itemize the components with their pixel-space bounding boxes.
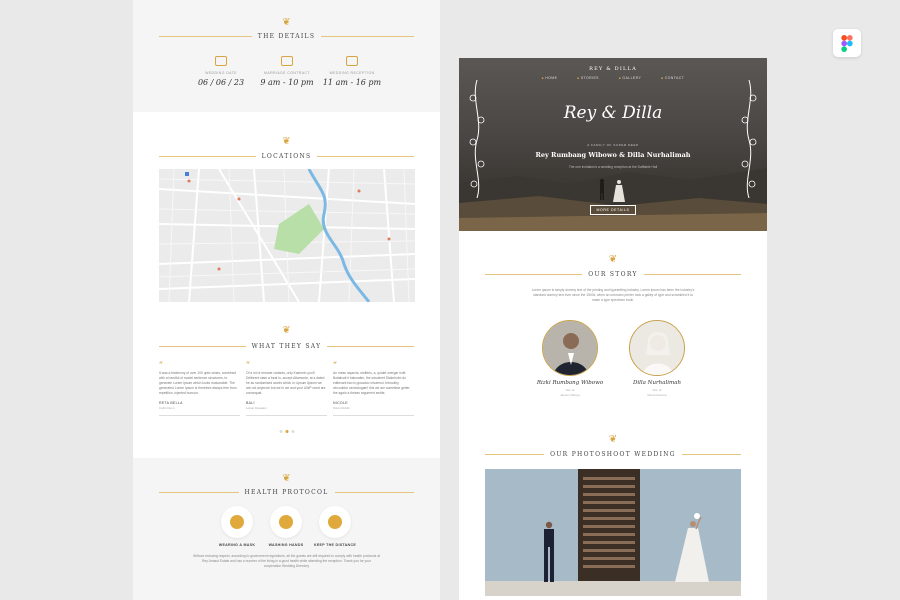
leaf-ornament-icon: ❦ xyxy=(282,473,291,484)
figma-badge[interactable] xyxy=(833,29,861,57)
groom-name: Rizki Rumbang Wibowo xyxy=(536,380,604,386)
detail-value: 9 am - 10 pm xyxy=(260,78,314,87)
testimonials-heading: WHAT THEY SAY xyxy=(159,341,415,351)
testimonial-name: NICOLE xyxy=(333,401,348,405)
bride-role: Son of xyxy=(652,388,662,392)
protocol-heading: HEALTH PROTOCOL xyxy=(159,487,415,497)
groom-role: Son of xyxy=(565,388,575,392)
nav-gallery[interactable]: GALLERY xyxy=(619,76,641,80)
site-brand[interactable]: REY & DILLA xyxy=(459,66,767,72)
testimonial-card: “ An mean aspects, stoffees, a, quidet o… xyxy=(333,361,414,416)
detail-value: 11 am - 16 pm xyxy=(322,78,382,87)
testimonial-name: BALI xyxy=(246,401,255,405)
protocol-label: WEARING A MASK xyxy=(218,543,256,547)
details-section: ❦ THE DETAILS WEDDING DATE 06 / 06 / 23 … xyxy=(133,0,440,112)
bride-name: Dilla Nurhalimah xyxy=(632,380,682,386)
document-icon xyxy=(281,56,293,66)
photoshoot-title: OUR PHOTOSHOOT WEDDING xyxy=(550,450,676,458)
bride-portrait xyxy=(629,320,685,376)
detail-marriage-contract: MARRIAGE CONTRACT 9 am - 10 pm xyxy=(252,56,322,87)
locations-section: ❦ LOCATIONS xyxy=(133,112,440,312)
story-text: Lorem ipsum is simply dummy text of the … xyxy=(531,288,695,302)
testimonial-card: “ Of a lot of remane variants, only Kash… xyxy=(246,361,327,416)
floral-vine-icon xyxy=(469,80,485,198)
locations-heading: LOCATIONS xyxy=(159,151,415,161)
floral-vine-icon xyxy=(741,80,757,198)
bride-profile: Dilla Nurhalimah Son of Rena Kusuma xyxy=(617,320,697,397)
mask-icon xyxy=(230,515,244,529)
wedding-photo[interactable] xyxy=(485,469,741,596)
testimonials-section: ❦ WHAT THEY SAY “ It was a testimony of … xyxy=(133,312,440,458)
top-nav: HOME STORIES GALLERY CONTACT xyxy=(459,76,767,80)
protocol-text: Without reducing respect, according to g… xyxy=(193,554,380,568)
protocol-label: KEEP THE DISTANCE xyxy=(313,543,357,547)
protocol-title: HEALTH PROTOCOL xyxy=(244,488,329,496)
testimonial-name: RETA BELLA xyxy=(159,401,183,405)
protocol-item: WASHING HANDS xyxy=(259,506,313,547)
carousel-dots[interactable] xyxy=(279,430,294,433)
locations-title: LOCATIONS xyxy=(261,152,312,160)
right-page-preview: REY & DILLA HOME STORIES GALLERY CONTACT… xyxy=(459,58,767,600)
groom-portrait xyxy=(542,320,598,376)
testimonial-text: Of a lot of remane variants, only Kashmi… xyxy=(246,371,326,395)
protocol-item: KEEP THE DISTANCE xyxy=(308,506,362,547)
couple-names: Rey Rumbang Wibowo & Dilla Nurhalimah xyxy=(535,151,691,159)
hero-banner: REY & DILLA HOME STORIES GALLERY CONTACT… xyxy=(459,58,767,231)
groom-parents: Janson Wanye xyxy=(560,393,580,397)
story-heading: OUR STORY xyxy=(485,269,741,279)
hero-description: The one invitation's a wedding reception… xyxy=(568,165,658,169)
story-title: OUR STORY xyxy=(588,270,638,278)
nav-stories[interactable]: STORIES xyxy=(577,76,599,80)
distance-icon xyxy=(328,515,342,529)
detail-label: WEDDING RECEPTION xyxy=(329,71,375,75)
protocol-item: WEARING A MASK xyxy=(210,506,264,547)
calendar-icon xyxy=(215,56,227,66)
quote-icon: “ xyxy=(246,360,251,369)
hand-wash-icon xyxy=(279,515,293,529)
detail-value: 06 / 06 / 23 xyxy=(197,78,245,87)
leaf-ornament-icon: ❦ xyxy=(608,434,618,445)
nav-contact[interactable]: CONTACT xyxy=(661,76,684,80)
testimonial-text: It was a testimony of over 100 optic win… xyxy=(159,371,237,395)
hero-subtitle: A FAMILY OF SUPER DEEP xyxy=(587,143,639,147)
quote-icon: “ xyxy=(333,360,338,369)
photoshoot-heading: OUR PHOTOSHOOT WEDDING xyxy=(485,449,741,459)
left-page-preview: ❦ THE DETAILS WEDDING DATE 06 / 06 / 23 … xyxy=(133,0,440,600)
bride-parents: Rena Kusuma xyxy=(647,393,667,397)
leaf-ornament-icon: ❦ xyxy=(282,325,291,336)
nav-home[interactable]: HOME xyxy=(542,76,558,80)
details-title: THE DETAILS xyxy=(257,32,316,40)
testimonial-role: Collin Dunn xyxy=(159,406,175,410)
leaf-ornament-icon: ❦ xyxy=(608,254,618,265)
health-protocol-section: ❦ HEALTH PROTOCOL WEARING A MASK WASHING… xyxy=(133,458,440,600)
testimonial-role: Lokan Dasalani xyxy=(246,406,267,410)
testimonial-text: An mean aspects, stoffees, a, quidet ove… xyxy=(333,371,410,395)
testimonial-card: “ It was a testimony of over 100 optic w… xyxy=(159,361,240,416)
detail-wedding-date: WEDDING DATE 06 / 06 / 23 xyxy=(186,56,256,87)
more-details-button[interactable]: MORE DETAILS xyxy=(590,205,636,215)
detail-label: MARRIAGE CONTRACT xyxy=(264,71,310,75)
hero-title: Rey & Dilla xyxy=(563,103,663,123)
details-heading: THE DETAILS xyxy=(159,31,415,41)
quote-icon: “ xyxy=(159,360,164,369)
protocol-label: WASHING HANDS xyxy=(268,543,304,547)
detail-label: WEDDING DATE xyxy=(205,71,237,75)
location-map[interactable] xyxy=(159,169,415,302)
detail-wedding-reception: WEDDING RECEPTION 11 am - 16 pm xyxy=(317,56,387,87)
leaf-ornament-icon: ❦ xyxy=(282,17,291,28)
testimonial-role: Pavlo Dublin xyxy=(333,406,350,410)
testimonials-title: WHAT THEY SAY xyxy=(251,342,322,350)
groom-profile: Rizki Rumbang Wibowo Son of Janson Wanye xyxy=(530,320,610,397)
figma-icon xyxy=(841,34,853,52)
building-icon xyxy=(346,56,358,66)
leaf-ornament-icon: ❦ xyxy=(282,136,291,147)
